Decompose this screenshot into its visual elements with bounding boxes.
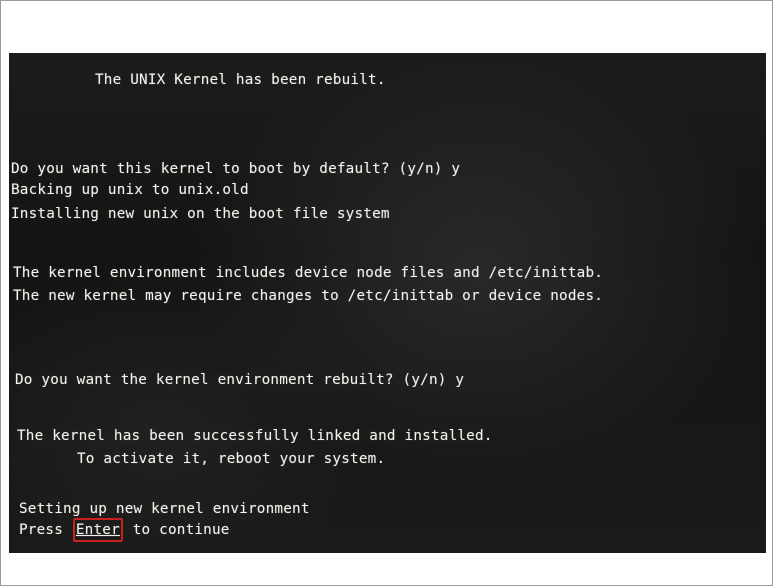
backup-message: Backing up unix to unix.old	[11, 182, 249, 198]
success-message: The kernel has been successfully linked …	[17, 428, 493, 444]
press-enter-line: Press Enter to continue	[19, 518, 230, 542]
environment-info-line-2: The new kernel may require changes to /e…	[13, 288, 604, 304]
terminal-screen: The UNIX Kernel has been rebuilt. Do you…	[9, 53, 766, 553]
install-message: Installing new unix on the boot file sys…	[11, 206, 390, 222]
rebuild-environment-prompt: Do you want the kernel environment rebui…	[15, 372, 465, 388]
environment-info-line-1: The kernel environment includes device n…	[13, 265, 604, 281]
enter-key-highlight[interactable]: Enter	[72, 518, 123, 542]
reboot-instruction: To activate it, reboot your system.	[77, 451, 386, 467]
kernel-rebuilt-heading: The UNIX Kernel has been rebuilt.	[95, 72, 386, 88]
press-prefix-text: Press	[19, 522, 64, 538]
press-suffix-text: to continue	[132, 522, 230, 538]
setup-environment-message: Setting up new kernel environment	[19, 501, 310, 517]
image-frame: The UNIX Kernel has been rebuilt. Do you…	[0, 0, 773, 586]
boot-default-prompt: Do you want this kernel to boot by defau…	[11, 161, 461, 177]
